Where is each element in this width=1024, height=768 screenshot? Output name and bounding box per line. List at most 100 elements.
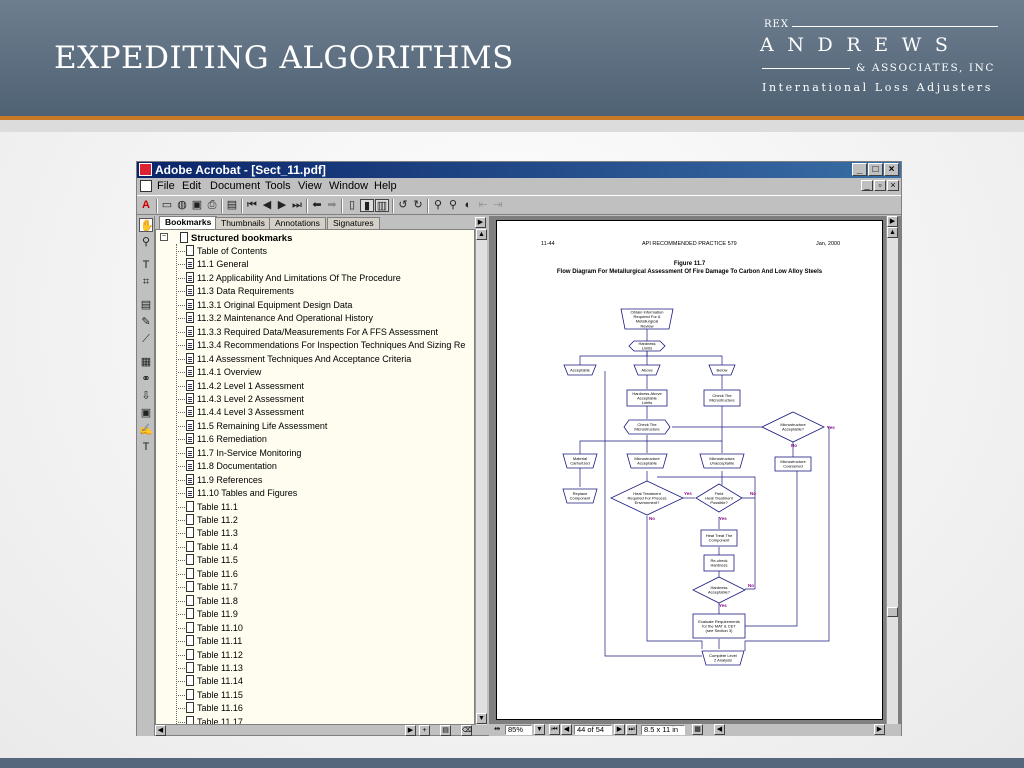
go-forward-icon[interactable]: ➡ (325, 199, 339, 212)
bookmark-root[interactable]: Structured bookmarks (180, 232, 292, 244)
maximize-button[interactable]: □ (868, 163, 883, 176)
bookmark-item[interactable]: 11.7 In-Service Monitoring (178, 446, 301, 460)
page-indicator[interactable]: 44 of 54 (574, 725, 612, 735)
bookmark-item[interactable]: Table 11.5 (178, 554, 238, 567)
bookmark-item[interactable]: 11.4.3 Level 2 Assessment (178, 392, 304, 406)
hand-tool-icon[interactable]: ✋ (139, 218, 154, 232)
split-handle-icon[interactable]: ⇹ (492, 725, 502, 735)
minimize-button[interactable]: _ (852, 163, 867, 176)
line-tool-icon[interactable]: ⟋ (139, 332, 153, 346)
bookmark-item[interactable]: 11.4 Assessment Techniques And Acceptanc… (178, 352, 411, 366)
hscroll-doc-left-icon[interactable]: ◀ (714, 724, 725, 735)
bookmark-item[interactable]: Table 11.11 (178, 635, 242, 648)
bookmark-item[interactable]: Table 11.3 (178, 527, 238, 540)
page-scroll-right-icon[interactable]: ▶ (887, 216, 898, 227)
first-page-icon[interactable]: ⏮ (245, 199, 259, 212)
note-tool-icon[interactable]: ▤ (139, 298, 153, 312)
scroll-up-icon[interactable]: ▲ (476, 229, 487, 240)
bookmark-scrollbar[interactable]: ▲ ▼ (475, 229, 487, 725)
fit-width-icon[interactable]: ▥ (375, 199, 389, 212)
status-next-page-icon[interactable]: ▶ (614, 724, 625, 735)
hscroll-right-icon[interactable]: ▶ (405, 725, 416, 736)
zoom-dropdown-icon[interactable]: ▼ (534, 724, 545, 735)
menu-file[interactable]: File (157, 180, 175, 192)
bookmark-options-icon[interactable]: ▤ (440, 725, 451, 736)
bookmark-item[interactable]: 11.1 General (178, 258, 248, 271)
page-layout-icon[interactable]: ▦ (692, 724, 703, 735)
new-bookmark-icon[interactable]: + (419, 725, 430, 736)
status-prev-page-icon[interactable]: ◀ (561, 724, 572, 735)
bookmark-item[interactable]: 11.3.2 Maintenance And Operational Histo… (178, 312, 373, 325)
menu-window[interactable]: Window (329, 180, 368, 192)
search-icon[interactable]: ⚲ (446, 199, 460, 212)
status-last-page-icon[interactable]: ⏭ (626, 724, 637, 735)
open-icon[interactable]: ▭ (160, 199, 174, 212)
web-capture-icon[interactable]: ◐ (461, 199, 475, 212)
bookmark-item[interactable]: 11.3.4 Recommendations For Inspection Te… (178, 339, 465, 352)
touchup-text-icon[interactable]: T (139, 440, 153, 454)
show-hide-navigation-icon[interactable]: ▤ (225, 199, 239, 212)
bookmark-item[interactable]: Table 11.13 (178, 661, 243, 675)
bookmark-item[interactable]: 11.3.3 Required Data/Measurements For A … (178, 325, 438, 339)
bookmark-item[interactable]: Table 11.7 (178, 581, 238, 594)
save-icon[interactable]: ▣ (190, 199, 204, 212)
print-icon[interactable]: ⎙ (205, 199, 219, 212)
tab-signatures[interactable]: Signatures (327, 217, 380, 229)
nav-options-arrow-icon[interactable]: ▶ (475, 217, 486, 228)
bookmark-item[interactable]: Table 11.16 (178, 702, 243, 715)
text-select-icon[interactable]: T (139, 258, 153, 272)
close-button[interactable]: × (884, 163, 899, 176)
doc-minimize-button[interactable]: _ (861, 180, 873, 191)
open-web-icon[interactable]: ◍ (175, 199, 189, 212)
rotate-right-icon[interactable]: ↻ (411, 199, 425, 212)
delete-bookmark-icon[interactable]: ⌫ (461, 725, 472, 736)
bookmark-item[interactable]: Table 11.12 (178, 648, 243, 662)
collapse-icon[interactable]: − (160, 233, 168, 241)
find-icon[interactable]: ⚲ (431, 199, 445, 212)
bookmark-item[interactable]: Table 11.6 (178, 567, 238, 581)
menu-help[interactable]: Help (374, 180, 397, 192)
bookmark-item[interactable]: Table 11.14 (178, 675, 243, 688)
status-first-page-icon[interactable]: ⏮ (549, 724, 560, 735)
bookmark-item[interactable]: Table of Contents (178, 245, 267, 258)
tab-annotations[interactable]: Annotations (269, 217, 326, 229)
bookmark-item[interactable]: Table 11.10 (178, 621, 243, 635)
menu-document[interactable]: Document (210, 180, 260, 192)
next-page-icon[interactable]: ▶ (275, 199, 289, 212)
bookmark-item[interactable]: Table 11.8 (178, 594, 238, 608)
document-menu-icon[interactable] (140, 180, 152, 192)
bookmark-item[interactable]: 11.4.2 Level 1 Assessment (178, 379, 304, 393)
digital-signature-icon[interactable]: ✍ (139, 423, 153, 437)
doc-restore-button[interactable]: ▫ (874, 180, 886, 191)
document-scrollbar[interactable]: ▶ ▲ (886, 216, 898, 726)
bookmark-item[interactable]: Table 11.2 (178, 514, 238, 527)
menu-edit[interactable]: Edit (182, 180, 201, 192)
bookmark-item[interactable]: 11.4.4 Level 3 Assessment (178, 406, 304, 419)
bookmark-item[interactable]: 11.10 Tables and Figures (178, 487, 297, 500)
bookmark-item[interactable]: Table 11.15 (178, 688, 243, 702)
pencil-tool-icon[interactable]: ✎ (139, 315, 153, 329)
last-page-icon[interactable]: ⏭ (290, 199, 304, 212)
hscroll-left-icon[interactable]: ◀ (155, 725, 166, 736)
bookmark-item[interactable]: Table 11.1 (178, 500, 238, 514)
bookmark-item[interactable]: 11.5 Remaining Life Assessment (178, 419, 327, 433)
zoom-tool-icon[interactable]: ⚲ (139, 235, 153, 249)
crop-tool-icon[interactable]: ⌗ (139, 275, 153, 289)
go-back-icon[interactable]: ⬅ (310, 199, 324, 212)
bookmark-item[interactable]: 11.8 Documentation (178, 460, 277, 473)
page-scroll-up-icon[interactable]: ▲ (887, 227, 898, 238)
tab-bookmarks[interactable]: Bookmarks (159, 216, 218, 229)
scroll-down-icon[interactable]: ▼ (476, 713, 487, 724)
previous-page-icon[interactable]: ◀ (260, 199, 274, 212)
bookmark-item[interactable]: 11.3 Data Requirements (178, 285, 294, 298)
fit-page-icon[interactable]: ▮ (360, 199, 374, 212)
tab-thumbnails[interactable]: Thumbnails (215, 217, 271, 229)
bookmark-item[interactable]: Table 11.9 (178, 608, 238, 621)
bookmark-item[interactable]: 11.9 References (178, 473, 262, 487)
article-tool-icon[interactable]: ⇩ (139, 389, 153, 403)
menu-tools[interactable]: Tools (265, 180, 291, 192)
form-tool-icon[interactable]: ▣ (139, 406, 153, 420)
search-previous-icon[interactable]: ⇤ (476, 199, 490, 212)
doc-close-button[interactable]: × (887, 180, 899, 191)
actual-size-icon[interactable]: ▯ (345, 199, 359, 212)
